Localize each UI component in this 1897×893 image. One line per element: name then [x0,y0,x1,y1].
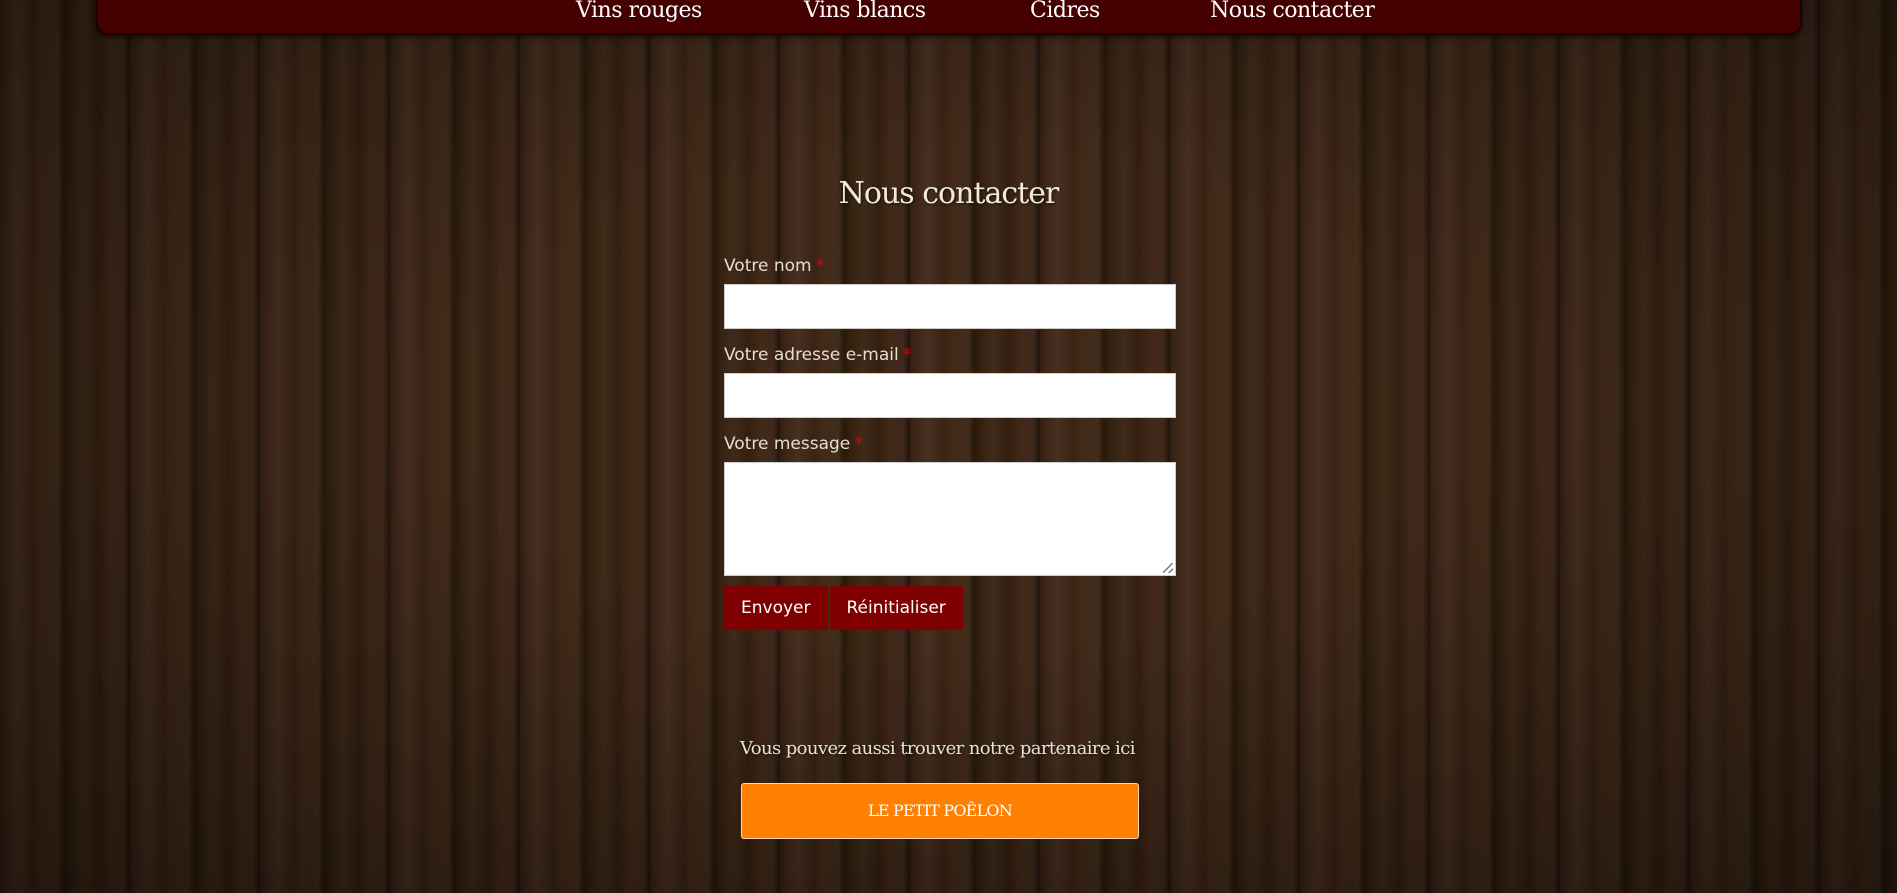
name-label-text: Votre nom [724,256,812,276]
nav-item-vins-rouges[interactable]: Vins rouges [576,0,702,23]
required-marker: * [902,345,912,365]
email-field[interactable] [724,373,1176,418]
contact-form: Votre nom * Votre adresse e-mail * Votre m… [724,254,1176,630]
submit-button[interactable]: Envoyer [724,586,828,630]
nav-item-cidres[interactable]: Cidres [1030,0,1100,23]
message-label-text: Votre message [724,434,851,454]
email-label-text: Votre adresse e-mail [724,345,899,365]
name-field[interactable] [724,284,1176,329]
name-label: Votre nom * [724,254,1176,284]
email-label: Votre adresse e-mail * [724,343,1176,373]
message-label: Votre message * [724,432,1176,462]
main-navigation: Vins rouges Vins blancs Cidres Nous cont… [96,0,1802,35]
page-title: Nous contacter [838,176,1060,211]
reset-button[interactable]: Réinitialiser [829,586,963,630]
nav-item-vins-blancs[interactable]: Vins blancs [804,0,926,23]
required-marker: * [854,434,863,454]
message-textarea[interactable] [724,462,1176,576]
nav-list: Vins rouges Vins blancs Cidres Nous cont… [98,0,1800,33]
resize-grip-icon[interactable] [1163,563,1173,573]
required-marker: * [815,256,825,276]
partner-text: Vous pouvez aussi trouver notre partenai… [740,738,1135,759]
form-buttons: Envoyer Réinitialiser [724,586,1176,630]
nav-item-nous-contacter[interactable]: Nous contacter [1210,0,1375,23]
partner-link-button[interactable]: LE PETIT POÊLON [741,783,1139,839]
